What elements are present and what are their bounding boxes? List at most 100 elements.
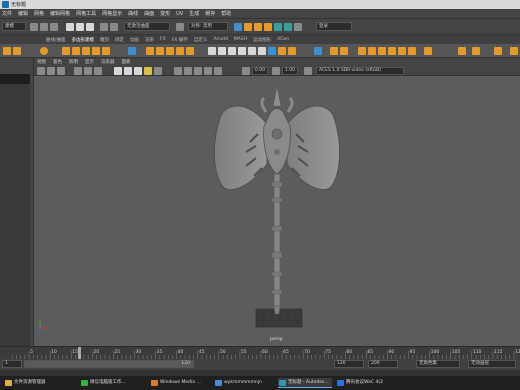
max-frame-field[interactable]: 200: [368, 360, 398, 368]
user-login-button[interactable]: 登录: [316, 22, 352, 31]
taskbar-item[interactable]: Windows Media ...: [150, 378, 210, 388]
end-frame-field[interactable]: 120: [334, 360, 364, 368]
fill-hole-icon[interactable]: [238, 47, 246, 55]
anti-aliasing-icon[interactable]: [214, 67, 222, 75]
vp-menu-shading[interactable]: 着色: [53, 59, 62, 65]
vp-menu-show[interactable]: 显示: [85, 59, 94, 65]
select-camera-icon[interactable]: [37, 67, 45, 75]
tab-mash[interactable]: MASH: [234, 37, 247, 42]
menu-cache[interactable]: 缓存: [205, 10, 215, 17]
poly-cylinder-icon[interactable]: [72, 47, 80, 55]
textured-icon[interactable]: [134, 67, 142, 75]
exposure-field[interactable]: 0.00: [252, 67, 268, 75]
symmetry-dropdown[interactable]: 对称: 禁用: [188, 22, 228, 31]
smooth-icon[interactable]: [166, 47, 174, 55]
grid-toggle-icon[interactable]: [74, 67, 82, 75]
taskbar-item[interactable]: 文件资源管理器: [4, 378, 74, 388]
fill-icon[interactable]: [398, 47, 406, 55]
crease-icon[interactable]: [424, 47, 432, 55]
bookmark-icon[interactable]: [57, 67, 65, 75]
menu-mesh[interactable]: 网格: [34, 10, 44, 17]
render-view-icon[interactable]: [234, 23, 242, 31]
bridge-icon[interactable]: [228, 47, 236, 55]
move-tool-icon[interactable]: [13, 47, 21, 55]
xray-icon[interactable]: [174, 67, 182, 75]
center-pivot-icon[interactable]: [278, 47, 286, 55]
chamfer-icon[interactable]: [472, 47, 480, 55]
menu-edit-mesh[interactable]: 编辑网格: [50, 10, 70, 17]
menu-mesh-display[interactable]: 网格显示: [102, 10, 122, 17]
motion-blur-icon[interactable]: [204, 67, 212, 75]
range-slider[interactable]: 120: [24, 360, 194, 368]
freeze-transform-icon[interactable]: [288, 47, 296, 55]
select-object-icon[interactable]: [76, 23, 84, 31]
vp-menu-view[interactable]: 视图: [37, 59, 46, 65]
gamma-field[interactable]: 1.00: [282, 67, 298, 75]
taskbar-item[interactable]: 腾讯会议WaC 4(2: [336, 378, 396, 388]
extract-icon[interactable]: [330, 47, 338, 55]
tab-xgen[interactable]: XGen: [277, 37, 289, 42]
menu-help[interactable]: 帮助: [221, 10, 231, 17]
menu-generate[interactable]: 生成: [189, 10, 199, 17]
select-hierarchy-icon[interactable]: [66, 23, 74, 31]
tab-arnold[interactable]: Arnold: [213, 37, 228, 42]
quadrangulate-icon[interactable]: [388, 47, 396, 55]
shadows-icon[interactable]: [154, 67, 162, 75]
wireframe-icon[interactable]: [114, 67, 122, 75]
perspective-viewport[interactable]: persp: [34, 76, 520, 346]
extrude-icon[interactable]: [208, 47, 216, 55]
separate-icon[interactable]: [156, 47, 164, 55]
taskbar-item[interactable]: 微信电脑版工作...: [80, 378, 144, 388]
menu-deform[interactable]: 变形: [160, 10, 170, 17]
reduce-icon[interactable]: [358, 47, 366, 55]
use-lights-icon[interactable]: [144, 67, 152, 75]
poke-icon[interactable]: [458, 47, 466, 55]
tab-rigging[interactable]: 绑定: [115, 37, 124, 43]
time-slider[interactable]: 5 10 15 20 25 30 35 40 45 50 55 60 65 70 75 80 85 90 95 100…: [0, 346, 520, 359]
tab-fx-caching[interactable]: FX 缓存: [172, 37, 188, 43]
vp-menu-lighting[interactable]: 照明: [69, 59, 78, 65]
target-weld-icon[interactable]: [258, 47, 266, 55]
camera-attributes-icon[interactable]: [47, 67, 55, 75]
hypershade-icon[interactable]: [274, 23, 282, 31]
snap-grid-icon[interactable]: [100, 23, 108, 31]
film-gate-icon[interactable]: [84, 67, 92, 75]
cleanup-icon[interactable]: [368, 47, 376, 55]
menu-mesh-tools[interactable]: 网格工具: [76, 10, 96, 17]
bevel-icon[interactable]: [218, 47, 226, 55]
tab-custom[interactable]: 自定义: [194, 37, 208, 43]
boolean-icon[interactable]: [176, 47, 184, 55]
tab-sculpting[interactable]: 雕刻: [100, 37, 109, 43]
multi-cut-icon[interactable]: [248, 47, 256, 55]
poly-svg-icon[interactable]: [102, 47, 110, 55]
poly-text-icon[interactable]: [92, 47, 100, 55]
light-editor-icon[interactable]: [294, 23, 302, 31]
color-space-dropdown[interactable]: ACES 1.0 SDR-video (sRGB): [316, 67, 404, 75]
history-icon[interactable]: [176, 23, 184, 31]
tab-poly-modeling[interactable]: 多边形建模: [72, 37, 95, 43]
uv-editor-icon[interactable]: [128, 47, 136, 55]
delete-history-icon[interactable]: [314, 47, 322, 55]
ipr-render-icon[interactable]: [254, 23, 262, 31]
render-frame-icon[interactable]: [244, 23, 252, 31]
menu-uv[interactable]: UV: [176, 11, 183, 17]
wedge-icon[interactable]: [408, 47, 416, 55]
vp-menu-panels[interactable]: 面板: [122, 59, 131, 65]
mirror-icon[interactable]: [186, 47, 194, 55]
render-setup-icon[interactable]: [284, 23, 292, 31]
ambient-occlusion-icon[interactable]: [194, 67, 202, 75]
resolution-gate-icon[interactable]: [94, 67, 102, 75]
character-set-dropdown[interactable]: 无角色集: [416, 360, 460, 368]
slide-edge-icon[interactable]: [494, 47, 502, 55]
select-component-icon[interactable]: [86, 23, 94, 31]
tab-fx[interactable]: FX: [160, 37, 166, 42]
spin-edge-icon[interactable]: [510, 47, 518, 55]
tab-rendering[interactable]: 渲染: [145, 37, 154, 43]
menu-surfaces[interactable]: 曲面: [144, 10, 154, 17]
menu-file[interactable]: 文件: [2, 10, 12, 17]
open-scene-icon[interactable]: [40, 23, 48, 31]
color-management-icon[interactable]: [304, 67, 312, 75]
select-tool-icon[interactable]: [3, 47, 11, 55]
triangulate-icon[interactable]: [378, 47, 386, 55]
taskbar-item-active[interactable]: 无标题 - Autodes...: [278, 378, 332, 388]
